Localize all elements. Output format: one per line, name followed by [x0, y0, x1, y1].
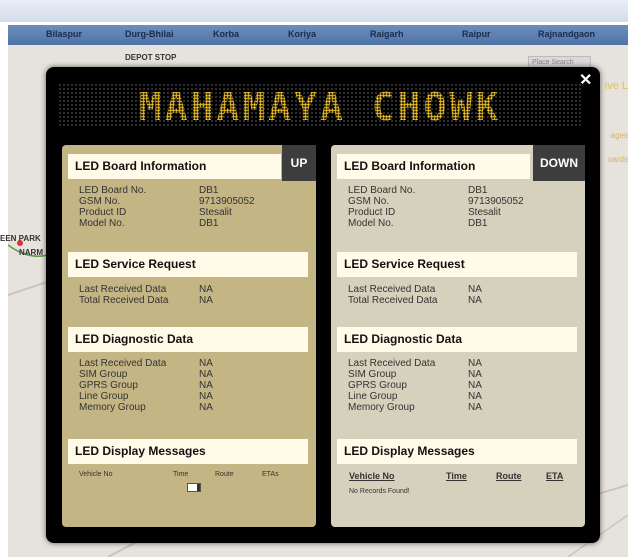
diag-row: Memory Group NA — [79, 402, 213, 413]
display-messages-header: LED Display Messages — [68, 439, 308, 464]
service-row: Total Received Data NA — [348, 295, 482, 306]
service-request-header: LED Service Request — [337, 252, 577, 277]
col-route[interactable]: Route — [496, 471, 522, 481]
city-tab-korba[interactable]: Korba — [213, 29, 239, 39]
city-tab-raigarh[interactable]: Raigarh — [370, 29, 404, 39]
depot-stop-label: DEPOT STOP — [125, 53, 177, 62]
service-request-header: LED Service Request — [68, 252, 308, 277]
board-row: Model No. DB1 — [348, 218, 488, 229]
city-tab-bilaspur[interactable]: Bilaspur — [46, 29, 82, 39]
side-tab-live[interactable]: ive L — [605, 80, 628, 92]
service-row: Total Received Data NA — [79, 295, 213, 306]
city-tab-koriya[interactable]: Koriya — [288, 29, 316, 39]
city-tab-rajnandgaon[interactable]: Rajnandgaon — [538, 29, 595, 39]
city-tab-raipur[interactable]: Raipur — [462, 29, 491, 39]
board-row: Model No. DB1 — [79, 218, 219, 229]
side-tab-boards[interactable]: oards — [608, 155, 628, 164]
browser-top-bar — [0, 0, 628, 22]
city-tab-durg-bhilai[interactable]: Durg-Bhilai — [125, 29, 174, 39]
messages-scrollbar[interactable] — [187, 483, 201, 492]
display-messages-header: LED Display Messages — [337, 439, 577, 464]
panel-up: UP LED Board Information LED Board No. DB… — [62, 145, 316, 527]
col-etas[interactable]: ETAs — [262, 471, 279, 478]
direction-badge-up: UP — [282, 145, 316, 181]
city-tab-bar: Bilaspur Durg-Bhilai Korba Koriya Raigar… — [8, 25, 628, 45]
panel-down: DOWN LED Board Information LED Board No.… — [331, 145, 585, 527]
map-label-park: EEN PARK — [0, 234, 41, 243]
diagnostic-header: LED Diagnostic Data — [337, 327, 577, 352]
diag-row: Memory Group NA — [348, 402, 482, 413]
no-records-message: No Records Found! — [349, 488, 410, 495]
map-label-narm: NARM — [19, 248, 43, 257]
col-vehicle-no[interactable]: Vehicle No — [79, 471, 112, 478]
led-banner: MAHAMAYA CHOWK — [58, 83, 582, 129]
direction-badge-down: DOWN — [533, 145, 585, 181]
col-time[interactable]: Time — [173, 471, 188, 478]
side-tab-messages[interactable]: ages — [611, 131, 628, 140]
col-vehicle-no[interactable]: Vehicle No — [349, 471, 395, 481]
col-route[interactable]: Route — [215, 471, 234, 478]
diagnostic-header: LED Diagnostic Data — [68, 327, 308, 352]
col-time[interactable]: Time — [446, 471, 467, 481]
board-info-header: LED Board Information — [68, 154, 281, 179]
col-eta[interactable]: ETA — [546, 471, 563, 481]
board-info-header: LED Board Information — [337, 154, 530, 179]
led-banner-text: MAHAMAYA CHOWK — [58, 85, 582, 129]
